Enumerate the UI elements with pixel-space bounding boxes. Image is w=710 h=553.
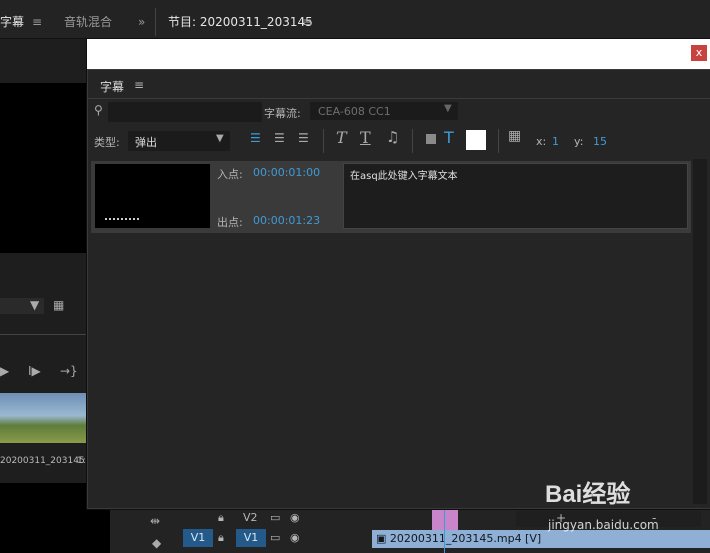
clip-suffix: 1:	[77, 456, 86, 466]
v1-track-label[interactable]: V1	[236, 529, 266, 547]
search-input[interactable]	[108, 102, 262, 122]
align-center-icon[interactable]: ☰	[274, 131, 285, 145]
type-value: 弹出	[135, 136, 157, 149]
playhead[interactable]	[444, 508, 445, 553]
timeline-clip-label: 20200311_203145.mp4 [V]	[389, 532, 542, 545]
text-color-icon[interactable]: T	[444, 128, 454, 147]
position-grid-icon[interactable]: ▦	[508, 128, 521, 144]
fx-icon: ▣	[376, 532, 390, 545]
tab-program-monitor[interactable]: 节目: 20200311_203145	[168, 8, 313, 36]
out-label: 出点:	[217, 216, 243, 229]
in-time[interactable]: 00:00:01:00	[253, 166, 320, 179]
source-monitor-view	[0, 83, 86, 253]
x-label: x:	[536, 135, 547, 148]
track-select-icon[interactable]: ⇹	[150, 514, 160, 528]
v1-source-patch[interactable]: V1	[183, 529, 213, 547]
razor-icon[interactable]: ◆	[152, 536, 161, 550]
stream-value: CEA-608 CC1	[318, 105, 391, 118]
stream-label: 字幕流:	[264, 107, 301, 120]
underline-icon[interactable]: T	[360, 128, 371, 147]
tab-more-icon[interactable]: »	[138, 8, 145, 36]
tab-program-menu-icon[interactable]: ≡	[302, 8, 312, 36]
type-label: 类型:	[94, 136, 120, 149]
caption-row[interactable]: 入点: 00:00:01:00 出点: 00:00:01:23 在asq此处键入…	[91, 161, 691, 233]
search-icon: ⚲	[94, 103, 103, 117]
y-value[interactable]: 15	[593, 135, 607, 148]
step-forward-icon[interactable]: I▶	[28, 364, 41, 378]
background-color-icon[interactable]	[426, 134, 436, 144]
caption-text: 在asq此处键入字幕文本	[350, 171, 458, 182]
v2-label: V2	[243, 511, 258, 524]
left-panel-upper	[0, 39, 86, 83]
stream-arrow-icon: ▼	[444, 103, 452, 114]
tab-captions[interactable]: 字幕	[0, 8, 24, 36]
dialog-titlebar	[87, 39, 710, 69]
clip-thumbnail[interactable]	[0, 393, 86, 443]
clip-name: 20200311_203145	[0, 456, 85, 466]
v2-eye-icon[interactable]: ◉	[290, 509, 300, 527]
color-swatch[interactable]	[466, 130, 486, 150]
toolbar-divider	[323, 129, 324, 153]
italic-icon[interactable]: T	[336, 128, 347, 147]
v1-lock-icon[interactable]: 🔒︎	[218, 529, 224, 547]
play-icon[interactable]: ▶	[0, 364, 9, 378]
x-value[interactable]: 1	[552, 135, 559, 148]
captions-panel: 字幕 ≡ ⚲ 字幕流: CEA-608 CC1 ▼ 类型: 弹出 ▼ ☰ ☰ ☰…	[87, 69, 710, 527]
in-label: 入点:	[217, 168, 243, 181]
caption-marker[interactable]	[432, 508, 458, 530]
v1-sync-icon[interactable]: ▭	[270, 529, 280, 547]
type-arrow-icon: ▼	[216, 133, 224, 144]
caption-text-field[interactable]: 在asq此处键入字幕文本	[343, 163, 688, 229]
tab-divider	[155, 8, 156, 36]
tab-captions-menu-icon[interactable]: ≡	[32, 8, 42, 36]
tab-audio-mixer[interactable]: 音轨混合	[64, 8, 112, 36]
music-note-icon[interactable]: ♫	[386, 128, 399, 146]
y-label: y:	[574, 135, 584, 148]
ruler-line	[0, 334, 86, 335]
scrollbar[interactable]	[693, 159, 707, 504]
timeline-clip[interactable]: ▣ 20200311_203145.mp4 [V]	[372, 530, 710, 548]
align-left-icon[interactable]: ☰	[250, 131, 261, 145]
insert-icon[interactable]: →}	[60, 364, 78, 378]
v2-lock-icon[interactable]: 🔒︎	[218, 509, 224, 527]
v2-sync-icon[interactable]: ▭	[270, 509, 280, 527]
toolbar-divider-3	[498, 129, 499, 153]
watermark-url: jingyan.baidu.com	[548, 518, 659, 532]
film-icon[interactable]: ▦	[53, 298, 64, 312]
close-button[interactable]: x	[691, 45, 707, 61]
caption-preview	[95, 164, 210, 228]
align-right-icon[interactable]: ☰	[298, 131, 309, 145]
out-time[interactable]: 00:00:01:23	[253, 214, 320, 227]
caption-preview-line	[105, 218, 139, 222]
panel-divider	[88, 98, 710, 99]
watermark-logo: Bai经验	[545, 481, 631, 508]
captions-dialog: x 字幕 ≡ ⚲ 字幕流: CEA-608 CC1 ▼ 类型: 弹出 ▼ ☰ ☰…	[86, 38, 710, 527]
toolbar-divider-2	[412, 129, 413, 153]
panel-menu-icon[interactable]: ≡	[134, 78, 144, 92]
dropdown-arrow-icon: ▼	[30, 298, 40, 312]
v1-eye-icon[interactable]: ◉	[290, 529, 300, 547]
panel-title: 字幕	[100, 80, 125, 94]
